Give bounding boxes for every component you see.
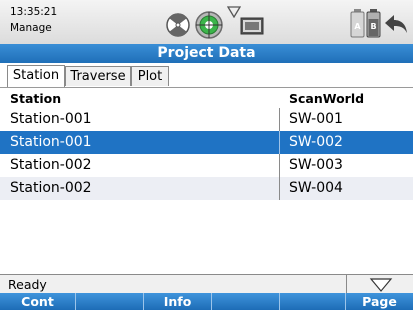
column-divider xyxy=(279,131,280,154)
wlan-signal-icon xyxy=(227,6,241,18)
svg-text:A: A xyxy=(354,22,361,31)
softkey-bar: Cont Info Page xyxy=(0,293,413,310)
table-row[interactable]: Station-001 SW-001 xyxy=(0,108,413,131)
survey-prism-icon[interactable] xyxy=(165,12,191,38)
column-divider xyxy=(279,154,280,177)
tab-traverse[interactable]: Traverse xyxy=(65,66,131,86)
station-cell: Station-001 xyxy=(10,134,92,150)
scanworld-cell: SW-004 xyxy=(289,180,343,196)
triangle-down-icon xyxy=(369,278,393,292)
table-row[interactable]: Station-002 SW-003 xyxy=(0,154,413,177)
softkey-cont[interactable]: Cont xyxy=(0,293,76,310)
page-title: Project Data xyxy=(0,44,413,63)
target-reticle-icon[interactable] xyxy=(193,9,225,41)
clock-time: 13:35:21 xyxy=(10,6,58,18)
scanworld-cell: SW-002 xyxy=(289,134,343,150)
softkey-2[interactable] xyxy=(76,293,144,310)
column-header-scanworld[interactable]: ScanWorld xyxy=(289,91,364,106)
battery-a-icon: A xyxy=(350,9,365,38)
softkey-info[interactable]: Info xyxy=(144,293,212,310)
softkey-5[interactable] xyxy=(280,293,346,310)
svg-text:B: B xyxy=(370,22,376,31)
table-header: Station ScanWorld xyxy=(0,88,413,108)
scanworld-cell: SW-003 xyxy=(289,157,343,173)
back-arrow-icon[interactable] xyxy=(383,13,409,35)
memory-card-icon[interactable] xyxy=(240,16,264,36)
station-table: Station ScanWorld Station-001 SW-001 Sta… xyxy=(0,88,413,200)
table-row-selected[interactable]: Station-001 SW-002 xyxy=(0,131,413,154)
station-cell: Station-002 xyxy=(10,157,92,173)
status-text: Ready xyxy=(8,277,47,292)
tab-plot[interactable]: Plot xyxy=(131,66,169,86)
tab-strip: Station Traverse Plot xyxy=(0,63,413,88)
column-header-station[interactable]: Station xyxy=(10,91,61,106)
tab-station[interactable]: Station xyxy=(7,65,65,87)
scanworld-cell: SW-001 xyxy=(289,111,343,127)
station-cell: Station-002 xyxy=(10,180,92,196)
status-bar: 13:35:21 Manage A B xyxy=(0,0,413,44)
softkey-page[interactable]: Page xyxy=(346,293,413,310)
column-divider xyxy=(279,177,280,200)
mode-label: Manage xyxy=(10,22,52,34)
battery-b-icon: B xyxy=(366,9,381,38)
softkey-4[interactable] xyxy=(212,293,280,310)
table-row[interactable]: Station-002 SW-004 xyxy=(0,177,413,200)
column-divider xyxy=(279,108,280,131)
station-cell: Station-001 xyxy=(10,111,92,127)
status-line: Ready xyxy=(0,274,413,294)
status-divider xyxy=(346,275,347,294)
status-dropdown-button[interactable] xyxy=(349,275,413,294)
